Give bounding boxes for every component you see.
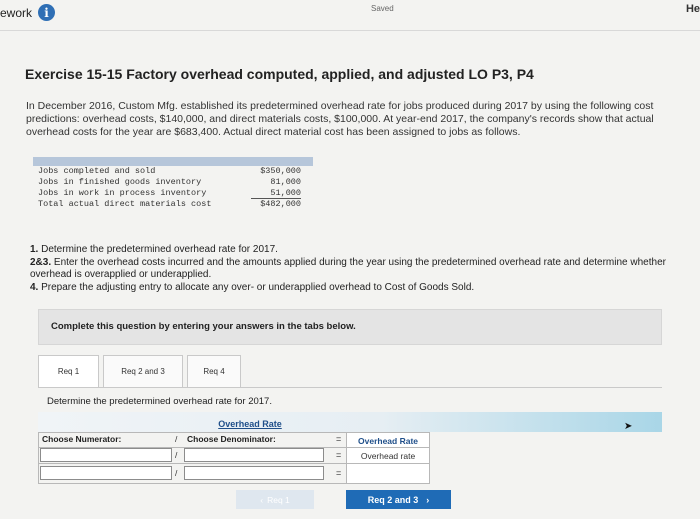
equals-sign: = [336,450,342,460]
header-bar [38,412,662,432]
req-tabs: Req 1 Req 2 and 3 Req 4 [38,355,241,388]
top-bar: ework i Saved He [0,0,700,30]
equals-sign: = [336,434,342,444]
denominator-label: Choose Denominator: [187,434,276,444]
tab-req-2-3[interactable]: Req 2 and 3 [103,355,183,388]
row-value: $350,000 [260,166,301,176]
tab-panel-border [38,387,662,388]
info-icon[interactable]: i [38,4,56,21]
equals-sign: = [336,468,342,478]
result-value[interactable] [346,464,430,484]
top-divider [0,30,700,31]
row-value: 51,000 [251,188,301,199]
chevron-right-icon: › [426,494,430,505]
question-number: 1. [30,244,39,255]
table-row: Jobs in work in process inventory 51,000 [33,188,313,199]
divide-sign: / [175,468,178,478]
denominator-input[interactable] [184,448,324,462]
divide-sign: / [175,434,178,444]
chevron-left-icon: ‹ [260,494,264,505]
table-row: Jobs in finished goods inventory 81,000 [33,177,313,188]
direct-materials-table: Jobs completed and sold $350,000 Jobs in… [33,157,313,219]
top-bar-left: ework i [0,4,56,21]
tab-req-1[interactable]: Req 1 [38,355,99,388]
question-1: 1. Determine the predetermined overhead … [30,244,670,257]
question-list: 1. Determine the predetermined overhead … [30,244,670,294]
table-row: Jobs completed and sold $350,000 [33,166,313,177]
exercise-title: Exercise 15-15 Factory overhead computed… [25,66,534,82]
numerator-select[interactable] [40,448,172,462]
cursor-icon: ➤ [624,421,633,432]
req-prompt: Determine the predetermined overhead rat… [47,396,272,407]
next-req-button[interactable]: Req 2 and 3 › [346,490,451,509]
row-label: Jobs completed and sold [38,166,156,176]
divide-sign: / [175,450,178,460]
table-row-total: Total actual direct materials cost $482,… [33,199,313,210]
homework-label: ework [0,5,33,20]
result-header: Overhead Rate [346,432,430,448]
row-value: $482,000 [260,199,301,209]
question-2-3: 2&3. Enter the overhead costs incurred a… [30,257,670,282]
row-label: Jobs in work in process inventory [38,188,207,198]
row-label: Total actual direct materials cost [38,199,212,209]
exercise-intro: In December 2016, Custom Mfg. establishe… [26,100,654,138]
question-text: Prepare the adjusting entry to allocate … [41,281,475,293]
instruction-text: Complete this question by entering your … [51,321,356,332]
instruction-box: Complete this question by entering your … [38,309,662,345]
help-link[interactable]: He [686,3,700,15]
table-header-bar [33,157,313,166]
saved-status: Saved [371,4,394,13]
denominator-input-2[interactable] [184,466,324,480]
row-label: Jobs in finished goods inventory [38,177,202,187]
question-text: Determine the predetermined overhead rat… [41,244,278,255]
next-label: Req 2 and 3 [367,494,419,505]
prev-label: Req 1 [267,494,290,505]
numerator-input[interactable] [40,466,172,480]
overhead-rate-header: Overhead Rate [218,419,282,429]
prev-req-button[interactable]: ‹ Req 1 [236,490,314,509]
question-number: 4. [30,281,39,293]
question-4: 4. Prepare the adjusting entry to alloca… [30,282,670,295]
tab-req-4[interactable]: Req 4 [187,355,241,388]
question-number: 2&3. [30,256,52,268]
numerator-label: Choose Numerator: [42,434,122,444]
row-value: 81,000 [270,177,301,187]
question-text: Enter the overhead costs incurred and th… [30,256,666,281]
result-label: Overhead rate [346,448,430,464]
